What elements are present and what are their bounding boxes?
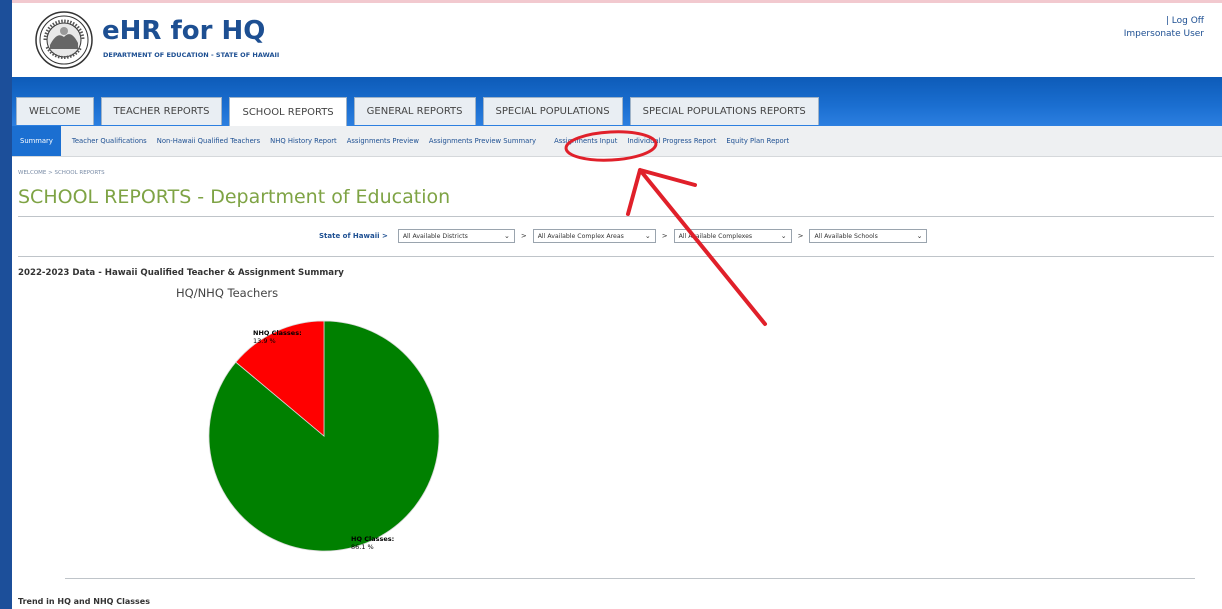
tab-special-populations-reports[interactable]: SPECIAL POPULATIONS REPORTS [629,97,819,125]
divider [65,578,1195,579]
subnav-assignments-preview[interactable]: Assignments Preview [342,126,424,156]
district-select-value: All Available Districts [402,232,468,240]
app-subtitle: DEPARTMENT OF EDUCATION - STATE OF HAWAI… [103,51,280,59]
breadcrumb: WELCOME > SCHOOL REPORTS [18,170,105,176]
left-accent-bar [0,0,12,609]
divider [18,256,1214,257]
separator: > [661,232,668,240]
section-title: 2022-2023 Data - Hawaii Qualified Teache… [18,268,344,278]
tab-special-populations[interactable]: SPECIAL POPULATIONS [482,97,623,125]
tab-welcome[interactable]: WELCOME [16,97,94,125]
school-select[interactable]: All Available Schools ⌄ [809,229,928,243]
page-title: SCHOOL REPORTS - Department of Education [18,186,451,208]
header: eHR for HQ DEPARTMENT OF EDUCATION - STA… [12,3,1222,77]
annotation-arrow [626,168,767,326]
pie-label-hq: HQ Classes: [351,535,394,543]
subnav-non-hawaii-qualified-teachers[interactable]: Non-Hawaii Qualified Teachers [152,126,265,156]
state-of-hawaii-link[interactable]: State of Hawaii > [319,232,388,240]
subnav-nhq-history-report[interactable]: NHQ History Report [265,126,342,156]
log-off-link[interactable]: | Log Off [1124,15,1204,28]
subnav-assignments-input[interactable]: Assignments Input [549,126,622,156]
district-select[interactable]: All Available Districts ⌄ [397,229,515,243]
trend-section-title: Trend in HQ and NHQ Classes [18,597,150,606]
subnav-equity-plan-report[interactable]: Equity Plan Report [721,126,794,156]
subnav-teacher-qualifications[interactable]: Teacher Qualifications [67,126,152,156]
impersonate-user-link[interactable]: Impersonate User [1124,28,1204,41]
tab-teacher-reports[interactable]: TEACHER REPORTS [100,97,223,125]
account-links: | Log Off Impersonate User [1124,15,1204,41]
pie-value-nhq: 13.9 % [253,337,276,345]
separator: > [520,232,527,240]
chevron-down-icon: ⌄ [916,232,923,240]
tab-school-reports[interactable]: SCHOOL REPORTS [229,97,347,127]
subnav-assignments-preview-summary[interactable]: Assignments Preview Summary [424,126,541,156]
complex-select[interactable]: All Available Complexes ⌄ [673,229,792,243]
hq-nhq-pie-chart: HQ Classes:86.1 % NHQ Classes:13.9 % [208,320,440,552]
separator: > [797,232,804,240]
chevron-down-icon: ⌄ [780,232,787,240]
sub-navigation: Summary Teacher Qualifications Non-Hawai… [12,126,1222,157]
school-select-value: All Available Schools [814,232,878,240]
complex-select-value: All Available Complexes [678,232,753,240]
app-title: eHR for HQ [102,16,266,46]
divider [18,216,1214,217]
tab-general-reports[interactable]: GENERAL REPORTS [353,97,476,125]
main-tabs: WELCOME TEACHER REPORTS SCHOOL REPORTS G… [16,97,819,127]
chevron-down-icon: ⌄ [503,232,510,240]
pie-label-nhq: NHQ Classes: [253,329,302,337]
filter-bar: State of Hawaii > All Available District… [319,229,928,243]
complex-area-select[interactable]: All Available Complex Areas ⌄ [532,229,656,243]
subnav-summary[interactable]: Summary [12,126,61,156]
chart-title: HQ/NHQ Teachers [176,286,279,300]
chevron-down-icon: ⌄ [644,232,651,240]
complex-area-select-value: All Available Complex Areas [537,232,624,240]
subnav-individual-progress-report[interactable]: Individual Progress Report [622,126,721,156]
pie-value-hq: 86.1 % [351,543,374,551]
state-seal-logo [35,11,93,69]
